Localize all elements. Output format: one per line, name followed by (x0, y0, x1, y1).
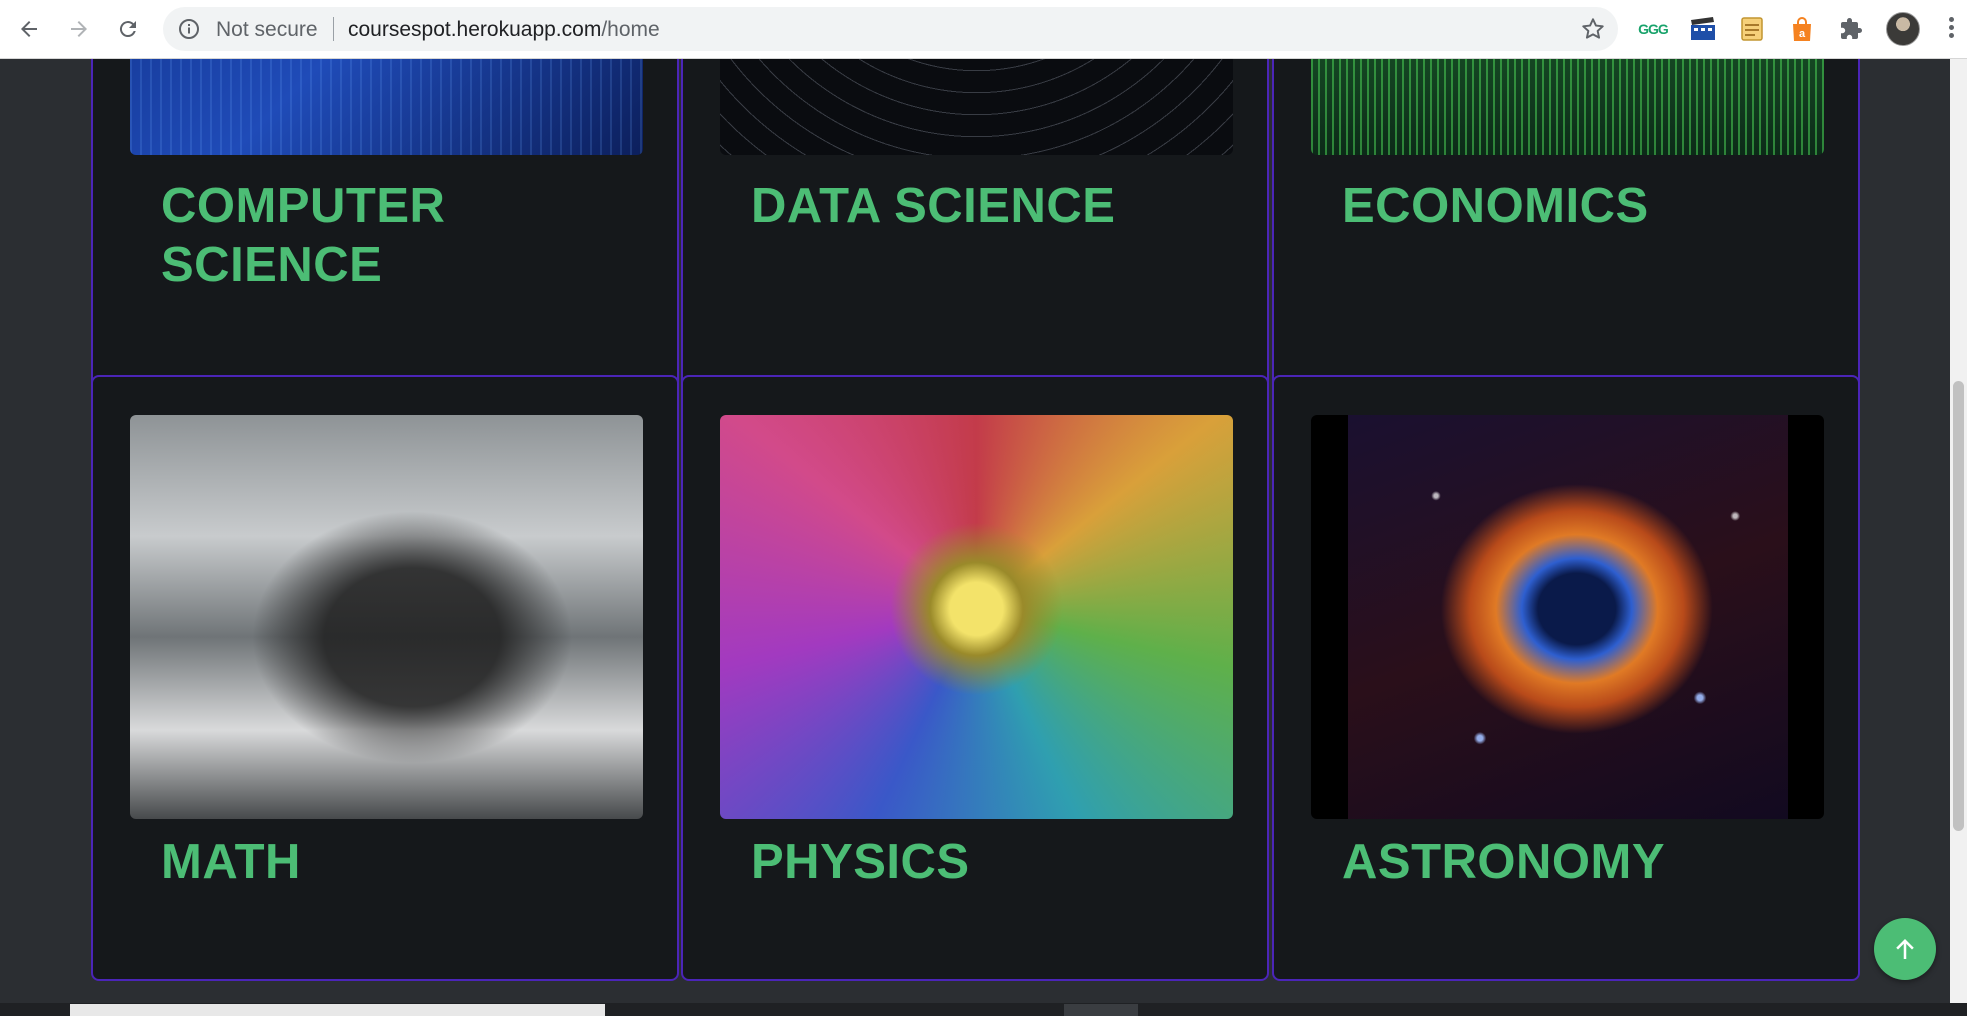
url-host: coursespot.herokuapp.com (348, 18, 602, 41)
back-arrow-icon (21, 21, 37, 37)
reload-button[interactable] (113, 14, 143, 44)
profile-avatar[interactable] (1886, 12, 1920, 46)
vertical-scrollbar[interactable] (1950, 59, 1967, 1003)
forward-arrow-icon (71, 21, 87, 37)
taskbar-item[interactable] (70, 1004, 605, 1016)
course-title[interactable]: DATA SCIENCE (751, 177, 1221, 236)
reload-icon (119, 21, 136, 38)
security-label: Not secure (216, 18, 318, 41)
arrow-up-icon (1896, 939, 1914, 959)
course-title[interactable]: PHYSICS (751, 833, 1221, 892)
course-title[interactable]: ECONOMICS (1342, 177, 1812, 236)
course-title[interactable]: MATH (161, 833, 631, 892)
course-image-economics[interactable] (1311, 59, 1824, 155)
course-image-computer-science[interactable] (130, 59, 643, 155)
note-icon[interactable] (1738, 15, 1766, 43)
course-image-physics[interactable] (720, 415, 1233, 819)
ggg-icon[interactable]: GGG (1638, 15, 1669, 43)
taskbar-item[interactable] (1064, 1004, 1138, 1016)
course-card-astronomy[interactable]: ASTRONOMY (1272, 375, 1860, 981)
address-separator (333, 17, 334, 41)
puzzle-icon[interactable] (1837, 15, 1865, 43)
scroll-to-top-button[interactable] (1874, 918, 1936, 980)
forward-button[interactable] (64, 14, 94, 44)
course-image-math[interactable] (130, 415, 643, 819)
page-viewport: COMPUTER SCIENCE DATA SCIENCE ECONOMICS … (0, 59, 1950, 1003)
browser-toolbar: Not secure coursespot.herokuapp.com/home… (0, 0, 1967, 59)
back-button[interactable] (14, 14, 44, 44)
bookmark-star-icon[interactable] (1580, 16, 1606, 42)
course-card-physics[interactable]: PHYSICS (681, 375, 1269, 981)
course-title[interactable]: COMPUTER SCIENCE (161, 177, 631, 295)
scrollbar-thumb[interactable] (1953, 381, 1964, 831)
film-icon[interactable] (1688, 15, 1718, 43)
course-image-data-science[interactable] (720, 59, 1233, 155)
url-text[interactable]: coursespot.herokuapp.com/home (348, 18, 660, 42)
url-path: /home (601, 18, 660, 41)
svg-text:a: a (1799, 28, 1806, 40)
nebula-picture (1348, 415, 1788, 819)
info-icon[interactable] (177, 17, 201, 41)
address-bar[interactable]: Not secure coursespot.herokuapp.com/home (163, 7, 1618, 51)
store-icon[interactable]: a (1788, 15, 1816, 43)
course-title[interactable]: ASTRONOMY (1342, 833, 1812, 892)
course-card-math[interactable]: MATH (91, 375, 679, 981)
course-image-astronomy[interactable] (1311, 415, 1824, 819)
browser-menu-icon[interactable] (1944, 14, 1958, 44)
